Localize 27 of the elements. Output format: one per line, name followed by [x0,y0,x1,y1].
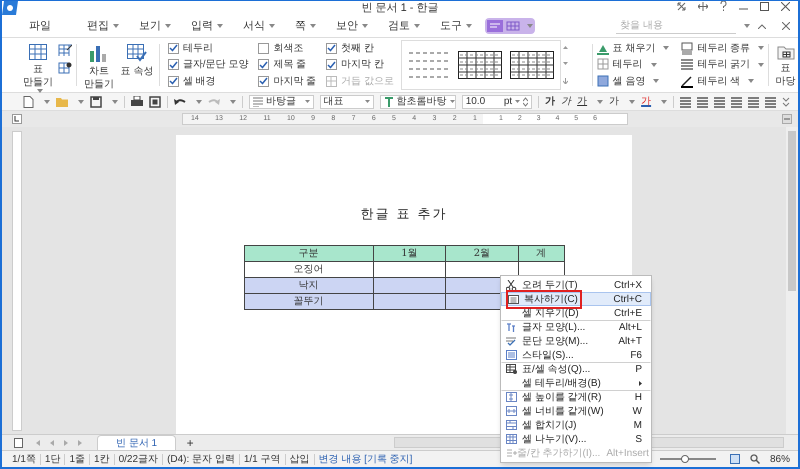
status-text: 1칸 [93,452,111,466]
checkbox-label: 첫째 칸 [341,42,374,56]
status-text: (D4): 문자 입력 [166,452,236,466]
menu-item-label: 복사하기(C) [524,292,578,306]
document-heading: 한글 표 추가 [360,206,448,224]
column-header: 2월 [446,245,518,261]
checkbox-label: 제목 줄 [273,58,306,72]
table-cell: 꼴뚜기 [244,293,374,309]
checkbox-label: 셀 배경 [182,74,216,89]
checkbox-label: 회색조 [273,42,304,56]
window-title: 빈 문서 1 - 한글 [361,1,438,15]
table-cell: 오징어 [244,261,374,277]
column-header: 계 [518,245,564,261]
status-text: 1/1쪽 [11,452,37,466]
checkbox-label: 글자/문단 모양 [182,58,248,72]
zoom-level: 86% [770,452,790,466]
status-text: 1/1 구역 [242,452,282,466]
status-text: 1줄 [68,452,86,466]
checkbox-label: 테두리 [182,42,213,56]
status-text: 삽입 [288,452,311,466]
checkbox-label: 마지막 칸 [341,58,384,72]
column-header: 구분 [244,245,374,261]
column-header: 1월 [373,245,446,261]
checkbox-label: 마지막 줄 [273,74,316,89]
table-cell: 낙지 [244,277,374,293]
status-text: 1단 [44,452,62,466]
status-text: 0/22글자 [118,452,160,466]
